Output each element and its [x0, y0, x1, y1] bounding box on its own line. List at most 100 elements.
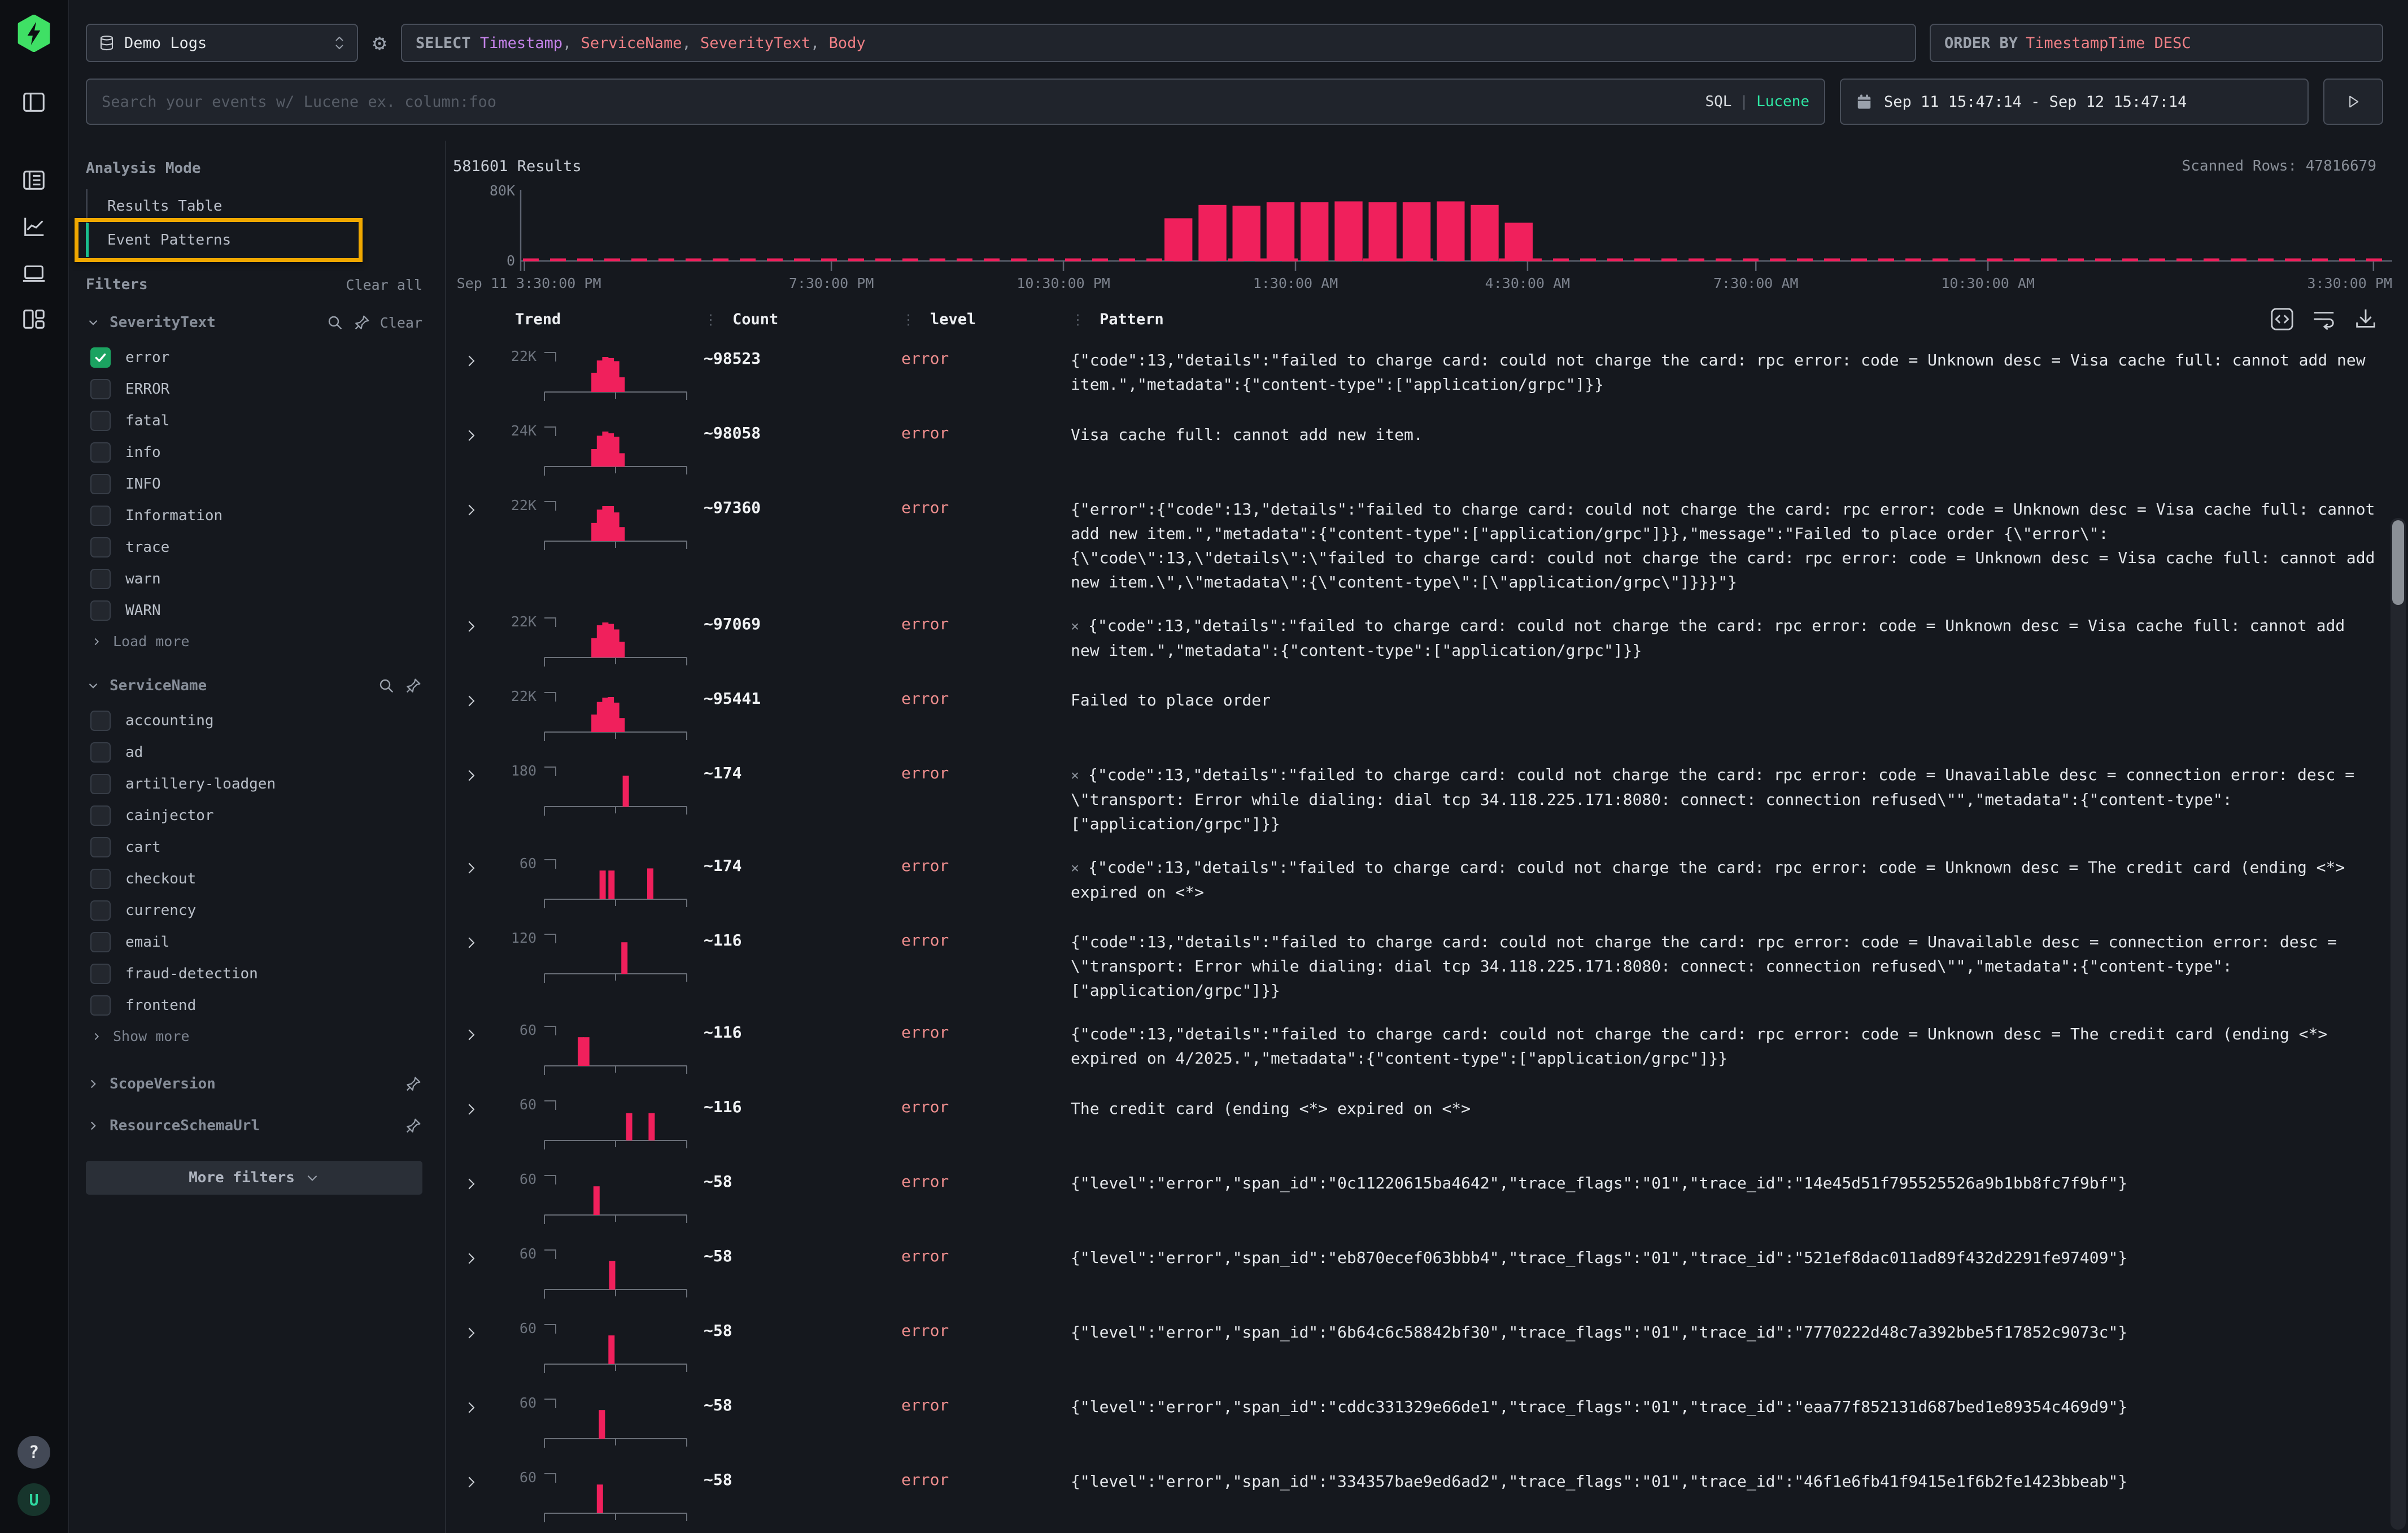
pin-icon[interactable] — [404, 1075, 422, 1093]
col-header-pattern[interactable]: ⋮Pattern — [1071, 311, 2260, 328]
pattern-row[interactable]: 22K~97360error{"error":{"code":13,"detai… — [453, 487, 2408, 603]
filter-option-checkout[interactable]: checkout — [86, 863, 422, 895]
filter-option-Information[interactable]: Information — [86, 500, 422, 532]
show-more-link[interactable]: Show more — [86, 1021, 422, 1051]
user-avatar[interactable]: U — [18, 1483, 50, 1516]
filter-option-currency[interactable]: currency — [86, 895, 422, 926]
checkbox[interactable] — [90, 805, 111, 826]
filter-option-artillery-loadgen[interactable]: artillery-loadgen — [86, 768, 422, 800]
chevron-right-icon[interactable] — [86, 1118, 101, 1133]
col-header-trend[interactable]: Trend — [489, 311, 704, 328]
filter-option-trace[interactable]: trace — [86, 532, 422, 563]
chevron-down-icon[interactable] — [86, 315, 101, 330]
checkbox[interactable] — [90, 711, 111, 731]
pin-icon[interactable] — [404, 1117, 422, 1135]
scrollbar-thumb[interactable] — [2392, 520, 2404, 605]
pattern-row[interactable]: 22K~95441errorFailed to place order — [453, 678, 2408, 752]
run-query-button[interactable] — [2323, 79, 2383, 125]
clear-all-button[interactable]: Clear all — [346, 277, 422, 293]
filter-option-INFO[interactable]: INFO — [86, 468, 422, 500]
checkbox[interactable] — [90, 474, 111, 494]
row-expand-chevron-icon[interactable] — [453, 687, 489, 743]
pattern-row[interactable]: 180~174error×{"code":13,"details":"faile… — [453, 752, 2408, 845]
row-expand-chevron-icon[interactable] — [453, 1021, 489, 1077]
chart-icon[interactable] — [21, 214, 47, 239]
filter-group-header[interactable]: SeverityTextClear — [86, 313, 422, 332]
pattern-row[interactable]: 22K~97069error×{"code":13,"details":"fai… — [453, 603, 2408, 678]
pattern-row[interactable]: 120~116error{"code":13,"details":"failed… — [453, 920, 2408, 1012]
row-expand-chevron-icon[interactable] — [453, 1095, 489, 1152]
gear-icon[interactable]: ⚙ — [358, 24, 401, 62]
filter-group-header[interactable]: ServiceName — [86, 677, 422, 695]
row-expand-chevron-icon[interactable] — [453, 347, 489, 403]
filter-option-email[interactable]: email — [86, 926, 422, 958]
mode-event-patterns[interactable]: Event Patterns — [86, 223, 422, 257]
row-expand-chevron-icon[interactable] — [453, 929, 489, 1003]
pattern-row[interactable]: 60~58error{"level":"error","span_id":"6b… — [453, 1310, 2408, 1384]
chevron-down-icon[interactable] — [86, 678, 101, 693]
pattern-row[interactable]: 60~58error{"level":"error","span_id":"0c… — [453, 1161, 2408, 1235]
pattern-row[interactable]: 60~58error{"level":"error","span_id":"33… — [453, 1459, 2408, 1533]
row-expand-chevron-icon[interactable] — [453, 1244, 489, 1301]
checkbox[interactable] — [90, 742, 111, 763]
checkbox[interactable] — [90, 537, 111, 558]
results-histogram[interactable]: 80K0Sep 11 3:30:00 PM7:30:00 PM10:30:00 … — [453, 182, 2408, 295]
pattern-row[interactable]: 60~58error{"level":"error","span_id":"cd… — [453, 1384, 2408, 1459]
close-icon[interactable]: × — [1071, 618, 1079, 634]
dashboard-icon[interactable] — [21, 306, 47, 332]
filter-group-scopeversion[interactable]: ScopeVersion — [86, 1075, 422, 1093]
close-icon[interactable]: × — [1071, 860, 1079, 876]
checkbox[interactable] — [90, 837, 111, 857]
filter-option-error[interactable]: error — [86, 342, 422, 373]
terminal-icon[interactable] — [21, 260, 47, 286]
row-expand-chevron-icon[interactable] — [453, 496, 489, 594]
row-expand-chevron-icon[interactable] — [453, 1393, 489, 1450]
checkbox-checked[interactable] — [90, 347, 111, 368]
checkbox[interactable] — [90, 600, 111, 621]
search-icon[interactable] — [326, 313, 344, 332]
pattern-row[interactable]: 22K~98523error{"code":13,"details":"fail… — [453, 338, 2408, 412]
pin-icon[interactable] — [353, 313, 371, 332]
pattern-row[interactable]: 60~58error{"level":"error","span_id":"eb… — [453, 1235, 2408, 1310]
logs-icon[interactable] — [21, 167, 47, 193]
checkbox[interactable] — [90, 411, 111, 431]
close-icon[interactable]: × — [1071, 767, 1079, 783]
filter-option-fatal[interactable]: fatal — [86, 405, 422, 437]
filter-option-cainjector[interactable]: cainjector — [86, 800, 422, 831]
logo-bolt-icon[interactable] — [15, 15, 53, 52]
checkbox[interactable] — [90, 900, 111, 921]
checkbox[interactable] — [90, 774, 111, 794]
checkbox[interactable] — [90, 379, 111, 399]
filter-option-info[interactable]: info — [86, 437, 422, 468]
checkbox[interactable] — [90, 995, 111, 1016]
sql-toggle[interactable]: SQL — [1705, 93, 1731, 110]
date-range-picker[interactable]: Sep 11 15:47:14 - Sep 12 15:47:14 — [1840, 79, 2309, 125]
row-expand-chevron-icon[interactable] — [453, 1170, 489, 1226]
row-expand-chevron-icon[interactable] — [453, 1468, 489, 1525]
vertical-scrollbar[interactable] — [2390, 518, 2406, 1530]
chevron-right-icon[interactable] — [86, 1077, 101, 1091]
col-header-count[interactable]: ⋮Count — [704, 311, 901, 328]
checkbox[interactable] — [90, 932, 111, 952]
source-select[interactable]: Demo Logs — [86, 24, 358, 62]
mode-results-table[interactable]: Results Table — [86, 189, 422, 223]
checkbox[interactable] — [90, 964, 111, 984]
pattern-row[interactable]: 60~174error×{"code":13,"details":"failed… — [453, 845, 2408, 920]
filter-option-ad[interactable]: ad — [86, 737, 422, 768]
row-expand-chevron-icon[interactable] — [453, 854, 489, 911]
wrap-text-icon[interactable] — [2311, 306, 2337, 332]
filter-option-ERROR[interactable]: ERROR — [86, 373, 422, 405]
lucene-toggle[interactable]: Lucene — [1756, 93, 1809, 110]
column-grip-icon[interactable]: ⋮ — [901, 311, 915, 328]
filter-option-frontend[interactable]: frontend — [86, 990, 422, 1021]
panel-left-icon[interactable] — [21, 89, 47, 115]
filter-clear-button[interactable]: Clear — [380, 315, 422, 331]
filter-option-fraud-detection[interactable]: fraud-detection — [86, 958, 422, 990]
pattern-row[interactable]: 60~116error{"code":13,"details":"failed … — [453, 1012, 2408, 1086]
checkbox[interactable] — [90, 569, 111, 589]
filter-option-WARN[interactable]: WARN — [86, 595, 422, 626]
more-filters-button[interactable]: More filters — [86, 1161, 422, 1195]
pattern-row[interactable]: 24K~98058errorVisa cache full: cannot ad… — [453, 412, 2408, 487]
filter-option-accounting[interactable]: accounting — [86, 705, 422, 737]
filter-group-resourceschemaurl[interactable]: ResourceSchemaUrl — [86, 1117, 422, 1135]
